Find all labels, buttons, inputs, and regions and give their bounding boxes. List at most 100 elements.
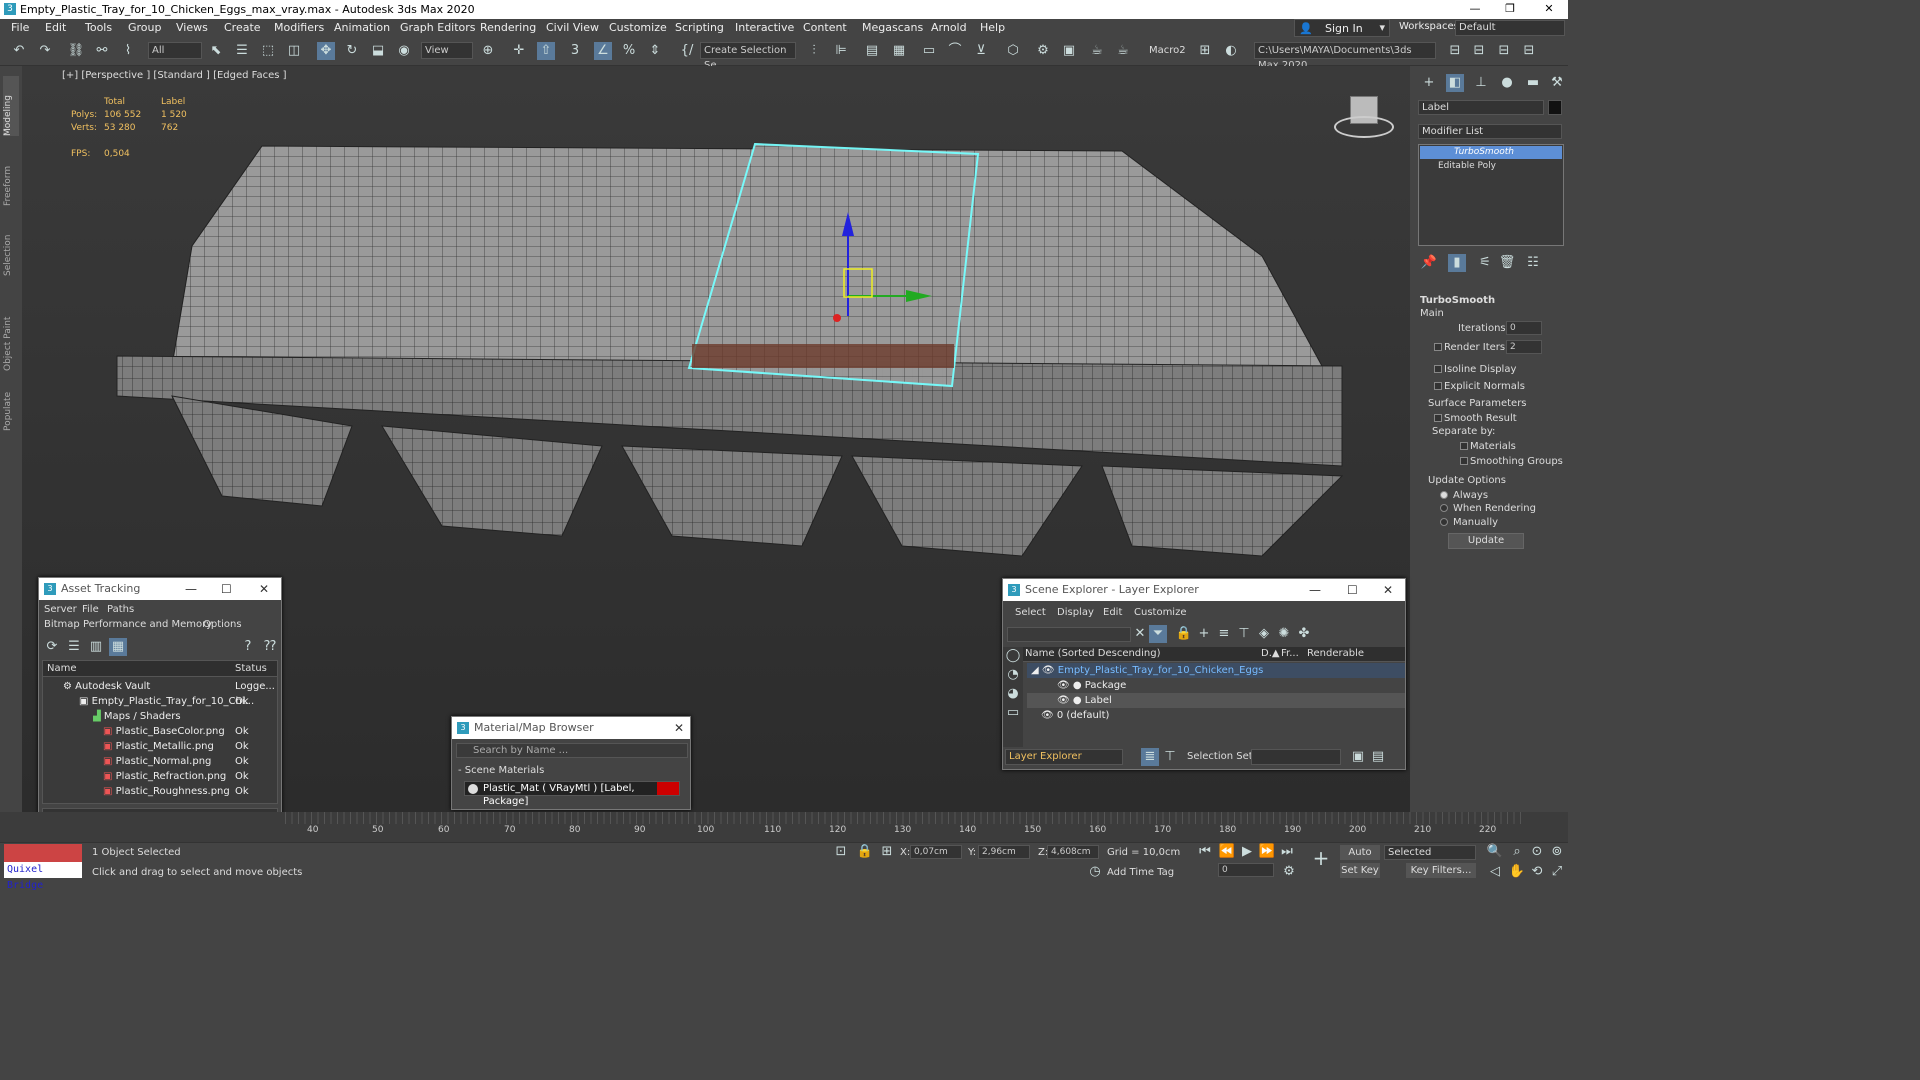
asset-tracking-titlebar[interactable]: 3 Asset Tracking — ☐ ✕ [39,578,281,600]
zoom-extents-icon[interactable]: ⊙ [1528,843,1546,861]
timeline-track-bar[interactable]: 40 50 60 70 80 90 100 110 120 130 140 15… [0,812,1568,842]
next-frame-icon[interactable]: ⏩ [1258,843,1276,861]
iterations-spinner[interactable]: 0 [1506,321,1542,335]
maxscript-listener[interactable] [4,844,82,864]
render-iters-spinner[interactable]: 2 [1506,340,1542,354]
mirror-icon[interactable]: ⫶ [805,42,823,60]
options-icon[interactable]: ⁇ [261,638,279,656]
edit-named-selection-icon[interactable]: {/ [678,42,696,60]
layer-row-default[interactable]: 👁 0 (default) [1027,708,1405,723]
set-key-plus-icon[interactable]: + [1308,848,1334,875]
column-name-header[interactable]: Name (Sorted Descending) [1025,648,1161,659]
create-tab-icon[interactable]: + [1420,74,1438,92]
remove-modifier-icon[interactable]: 🗑 [1498,254,1516,272]
material-browser-titlebar[interactable]: 3 Material/Map Browser ✕ [452,717,690,739]
workspace-dropdown[interactable]: Default [1455,20,1565,36]
menu-edit[interactable]: Edit [1103,607,1122,618]
menu-arnold[interactable]: Arnold [931,21,967,34]
menu-rendering[interactable]: Rendering [480,21,536,34]
render-production-icon[interactable]: ☕ [1088,42,1106,60]
isolate-selection-icon[interactable]: ⊡ [832,843,850,861]
menu-help[interactable]: Help [980,21,1005,34]
clear-search-icon[interactable]: ✕ [1131,625,1149,643]
visibility-eye-icon[interactable]: 👁 [1041,710,1057,721]
close-button[interactable]: ✕ [1383,579,1393,601]
move-icon[interactable]: ✥ [317,42,335,60]
menu-server[interactable]: Server [44,604,77,615]
layer-row-label[interactable]: 👁 ● Label [1027,693,1405,708]
close-button[interactable]: ✕ [674,717,684,739]
viewcube-ring-icon[interactable] [1334,116,1394,138]
pivot-center-icon[interactable]: ⊕ [479,42,497,60]
place-icon[interactable]: ◉ [395,42,413,60]
save-selection-set-icon[interactable]: ▣ [1349,748,1367,766]
display-cameras-icon[interactable]: ▭ [1004,704,1022,722]
asset-row-roughness[interactable]: ▣ Plastic_Roughness.png [103,784,230,799]
zoom-icon[interactable]: 🔍 [1486,843,1504,861]
zoom-extents-all-icon[interactable]: ⊚ [1548,843,1566,861]
when-rendering-radio[interactable] [1440,503,1451,514]
asset-row-refraction[interactable]: ▣ Plastic_Refraction.png [103,769,226,784]
menu-paths[interactable]: Paths [107,604,134,615]
update-button[interactable]: Update [1448,533,1524,549]
asset-row-vault[interactable]: ⚙ Autodesk Vault [63,679,150,694]
thumbnail-view-icon[interactable]: ▥ [87,638,105,656]
project-path-dropdown[interactable]: C:\Users\MAYA\Documents\3ds Max 2020 [1254,42,1436,71]
add-layer-icon[interactable]: + [1195,625,1213,643]
menu-animation[interactable]: Animation [334,21,390,34]
column-display-header[interactable]: D.▲ [1261,648,1280,659]
ribbon-icon[interactable]: ▭ [920,42,938,60]
maximize-button[interactable]: ☐ [1347,579,1358,601]
menu-customize[interactable]: Customize [609,21,667,34]
make-unique-icon[interactable]: ⚟ [1476,254,1494,272]
visibility-eye-icon[interactable]: 👁 [1057,680,1073,691]
unlink-icon[interactable]: ⚯ [93,42,111,60]
stack-item-turbosmooth[interactable]: TurboSmooth [1420,146,1562,159]
column-renderable-header[interactable]: Renderable [1307,648,1364,659]
minimize-button[interactable]: — [1309,579,1321,601]
selection-lock-icon[interactable]: 🔒 [856,843,874,861]
modifier-list-dropdown[interactable]: Modifier List [1418,124,1562,139]
layers-icon[interactable]: ◈ [1255,625,1273,643]
display-tab-icon[interactable]: ▬ [1524,74,1542,92]
material-search-input[interactable]: Search by Name ... [456,743,688,758]
render-iterative-icon[interactable]: ☕ [1114,42,1132,60]
menu-megascans[interactable]: Megascans [862,21,923,34]
layout-icon-2[interactable]: ⊟ [1470,42,1488,60]
field-of-view-icon[interactable]: ◁ [1486,863,1504,881]
delete-selection-set-icon[interactable]: ▤ [1369,748,1387,766]
scene-materials-group[interactable]: - Scene Materials [458,765,544,776]
menu-display[interactable]: Display [1057,607,1094,618]
show-end-result-icon[interactable]: ▮ [1448,254,1466,272]
maximize-button[interactable]: ☐ [221,578,232,600]
rendered-frame-window-icon[interactable]: ▣ [1060,42,1078,60]
object-color-swatch[interactable] [1548,100,1562,115]
highlight-icon[interactable]: ✺ [1275,625,1293,643]
close-button[interactable]: ✕ [1534,0,1564,19]
asset-row-metallic[interactable]: ▣ Plastic_Metallic.png [103,739,214,754]
menu-modifiers[interactable]: Modifiers [274,21,324,34]
configure-modifier-sets-icon[interactable]: ☷ [1524,254,1542,272]
angle-snap-icon[interactable]: ∠ [594,42,612,60]
tab-populate[interactable]: Populate [3,381,19,431]
align-icon[interactable]: ⊫ [832,42,850,60]
menu-bitmap-performance[interactable]: Bitmap Performance and Memory [44,619,212,630]
undo-icon[interactable]: ↶ [10,42,28,60]
timeline-ruler[interactable] [285,812,1525,824]
menu-group[interactable]: Group [128,21,162,34]
layout-icon-3[interactable]: ⊟ [1495,42,1513,60]
menu-interactive[interactable]: Interactive [735,21,794,34]
pan-icon[interactable]: ✋ [1508,863,1526,881]
transform-coord-icon[interactable]: ✛ [510,42,528,60]
quixel-bridge-button[interactable]: Quixel Bridge [4,862,82,891]
z-coordinate-field[interactable]: 4,608cm [1047,845,1099,859]
visibility-eye-icon[interactable]: 👁 [1042,665,1055,676]
curve-editor-icon[interactable]: ⌒ [946,42,964,60]
redo-icon[interactable]: ↷ [36,42,54,60]
manually-radio[interactable] [1440,517,1451,528]
sync-icon[interactable]: ✤ [1295,625,1313,643]
window-crossing-icon[interactable]: ◫ [285,42,303,60]
percent-snap-icon[interactable]: % [620,42,638,60]
select-by-name-icon[interactable]: ☰ [233,42,251,60]
column-freeze-header[interactable]: Fr... [1281,648,1299,659]
